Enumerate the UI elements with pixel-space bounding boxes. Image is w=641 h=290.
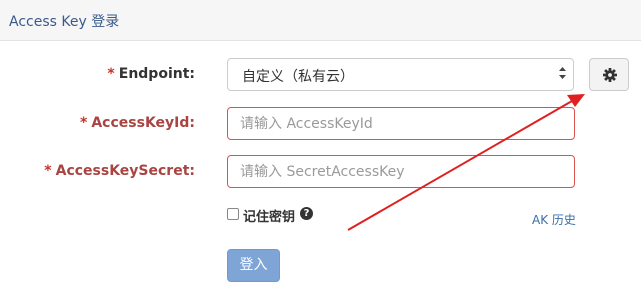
login-button[interactable]: 登入 <box>227 249 280 282</box>
access-key-id-label-text: AccessKeyId: <box>91 115 195 131</box>
question-circle-icon[interactable]: ? <box>300 207 313 220</box>
endpoint-select[interactable]: 自定义（私有云） <box>227 58 574 91</box>
endpoint-label-text: Endpoint: <box>118 66 195 82</box>
access-key-secret-input[interactable] <box>227 155 575 188</box>
endpoint-selected-value: 自定义（私有云） <box>242 69 354 85</box>
required-mark: * <box>44 163 52 179</box>
endpoint-settings-button[interactable] <box>589 58 629 91</box>
required-mark: * <box>80 115 88 131</box>
panel-header: Access Key 登录 <box>0 0 641 41</box>
remember-key-checkbox[interactable] <box>227 208 239 220</box>
annotation-arrow <box>347 94 585 231</box>
required-mark: * <box>107 66 115 82</box>
chevron-down-icon <box>559 67 566 82</box>
endpoint-label: * Endpoint: <box>107 66 195 82</box>
access-key-id-input[interactable] <box>227 107 575 140</box>
access-key-secret-label-text: AccessKeySecret: <box>55 163 195 179</box>
access-key-secret-label: * AccessKeySecret: <box>44 163 195 179</box>
gear-icon <box>603 68 617 82</box>
ak-history-link[interactable]: AK 历史 <box>532 211 576 228</box>
access-key-id-label: * AccessKeyId: <box>80 115 195 131</box>
remember-key-label[interactable]: 记住密钥 <box>243 206 295 225</box>
page-title: Access Key 登录 <box>9 14 120 30</box>
